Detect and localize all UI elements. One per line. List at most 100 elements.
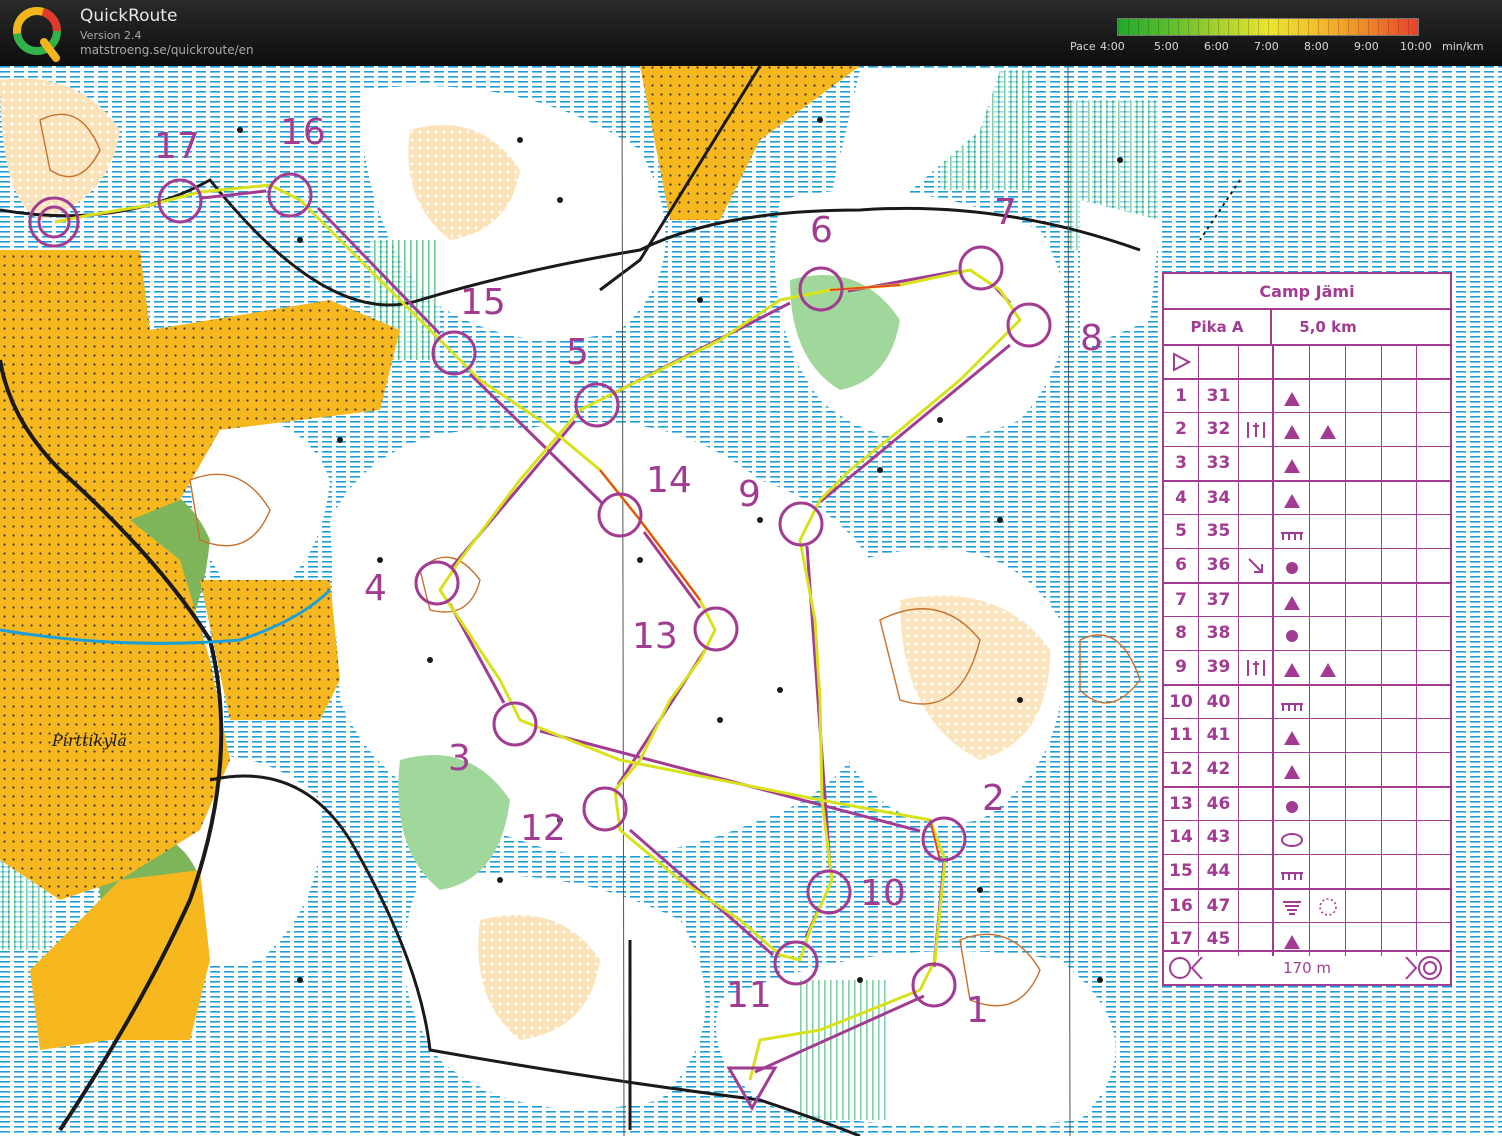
column-c-cell — [1238, 890, 1272, 922]
between-icon — [1246, 422, 1265, 438]
app-name: QuickRoute — [80, 6, 178, 26]
control-code: 39 — [1198, 651, 1238, 684]
feature-cell — [1272, 515, 1309, 548]
column-e-cell — [1309, 549, 1345, 582]
control-code: 32 — [1198, 413, 1238, 446]
description-row: 5 35 — [1164, 514, 1450, 548]
feature-cell — [1272, 719, 1309, 752]
start-triangle-icon — [1173, 352, 1192, 372]
pace-label: Pace — [1070, 40, 1096, 53]
description-row: 11 41 — [1164, 718, 1450, 752]
control-number: 5 — [1175, 521, 1187, 541]
column-e-cell — [1309, 855, 1345, 888]
control-number: 2 — [1175, 419, 1187, 439]
description-row: 2 32 — [1164, 412, 1450, 446]
app-url-link[interactable]: matstroeng.se/quickroute/en — [80, 43, 254, 57]
control-label-11: 11 — [726, 975, 772, 1016]
column-e-cell — [1309, 753, 1345, 786]
control-code: 36 — [1198, 549, 1238, 582]
control-label-7: 7 — [994, 192, 1017, 233]
description-row: 6 36 — [1164, 548, 1450, 582]
start-symbol-cell — [1164, 346, 1198, 378]
column-e-cell — [1309, 890, 1345, 922]
control-label-2: 2 — [982, 778, 1005, 819]
column-e-cell — [1309, 515, 1345, 548]
control-code: 40 — [1198, 686, 1238, 718]
event-title: Camp Jämi — [1164, 274, 1450, 310]
feature-cell — [1272, 482, 1309, 514]
control-number: 15 — [1169, 861, 1193, 881]
pace-unit: min/km — [1442, 40, 1484, 53]
dotted-circle-icon — [1318, 898, 1337, 916]
control-number: 3 — [1175, 453, 1187, 473]
feature-cell — [1272, 380, 1309, 412]
feature-cell — [1272, 890, 1309, 922]
control-code: 31 — [1198, 380, 1238, 412]
description-row: 1 31 — [1164, 378, 1450, 412]
control-label-16: 16 — [280, 112, 326, 153]
hill-triangle-icon — [1283, 425, 1300, 439]
pace-tick-10: 10:00 — [1400, 40, 1432, 53]
description-row: 9 39 — [1164, 650, 1450, 684]
control-number: 11 — [1169, 725, 1193, 745]
control-label-5: 5 — [566, 332, 589, 373]
start-row — [1164, 344, 1450, 378]
control-label-3: 3 — [448, 738, 471, 779]
between-icon — [1246, 660, 1265, 676]
control-code: 33 — [1198, 447, 1238, 480]
column-e-cell — [1309, 617, 1345, 650]
control-label-13: 13 — [632, 616, 678, 657]
finish-circle-icon — [1405, 956, 1442, 980]
column-c-cell — [1238, 584, 1272, 616]
pace-color-scale — [1117, 18, 1419, 36]
description-row: 16 47 — [1164, 888, 1450, 922]
feature-cell — [1272, 855, 1309, 888]
column-e-cell — [1309, 447, 1345, 480]
control-label-8: 8 — [1080, 318, 1103, 359]
app-header: QuickRoute Version 2.4 matstroeng.se/qui… — [0, 0, 1502, 66]
column-e-cell — [1309, 380, 1345, 412]
column-c-cell — [1238, 651, 1272, 684]
pace-tick-9: 9:00 — [1354, 40, 1379, 53]
column-e-cell — [1309, 788, 1345, 820]
column-c-cell — [1238, 515, 1272, 548]
feature-cell — [1272, 617, 1309, 650]
control-label-14: 14 — [646, 460, 692, 501]
control-code: 46 — [1198, 788, 1238, 820]
control-label-15: 15 — [460, 282, 506, 323]
south-east-arrow-icon — [1247, 558, 1263, 573]
column-e-cell — [1309, 482, 1345, 514]
description-row: 3 33 — [1164, 446, 1450, 480]
pace-tick-8: 8:00 — [1304, 40, 1329, 53]
place-name-label: Pirttikylä — [51, 731, 127, 750]
column-e-cell — [1309, 651, 1345, 684]
control-number: 13 — [1169, 794, 1193, 814]
finish-row: 170 m — [1164, 950, 1450, 984]
hill-triangle-icon — [1319, 425, 1336, 439]
hill-triangle-icon — [1283, 494, 1300, 508]
control-label-10: 10 — [860, 873, 906, 914]
control-number: 1 — [1175, 386, 1187, 406]
description-row: 15 44 — [1164, 854, 1450, 888]
knoll-ellipse-icon — [1280, 833, 1303, 847]
boulder-dot-icon — [1285, 801, 1298, 813]
feature-cell — [1272, 413, 1309, 446]
column-c-cell — [1238, 617, 1272, 650]
control-label-4: 4 — [364, 568, 387, 609]
control-label-1: 1 — [966, 990, 989, 1031]
pit-lines-icon — [1282, 901, 1301, 915]
column-c-cell — [1238, 753, 1272, 786]
control-code: 34 — [1198, 482, 1238, 514]
hill-triangle-icon — [1283, 596, 1300, 610]
column-e-cell — [1309, 584, 1345, 616]
control-label-9: 9 — [738, 474, 761, 515]
hill-triangle-icon — [1319, 663, 1336, 677]
control-number: 10 — [1169, 692, 1193, 712]
control-number: 9 — [1175, 657, 1187, 677]
description-row: 13 46 — [1164, 786, 1450, 820]
cliff-comb-icon — [1280, 872, 1303, 880]
feature-cell — [1272, 753, 1309, 786]
column-c-cell — [1238, 788, 1272, 820]
hill-triangle-icon — [1283, 935, 1300, 949]
description-row: 4 34 — [1164, 480, 1450, 514]
